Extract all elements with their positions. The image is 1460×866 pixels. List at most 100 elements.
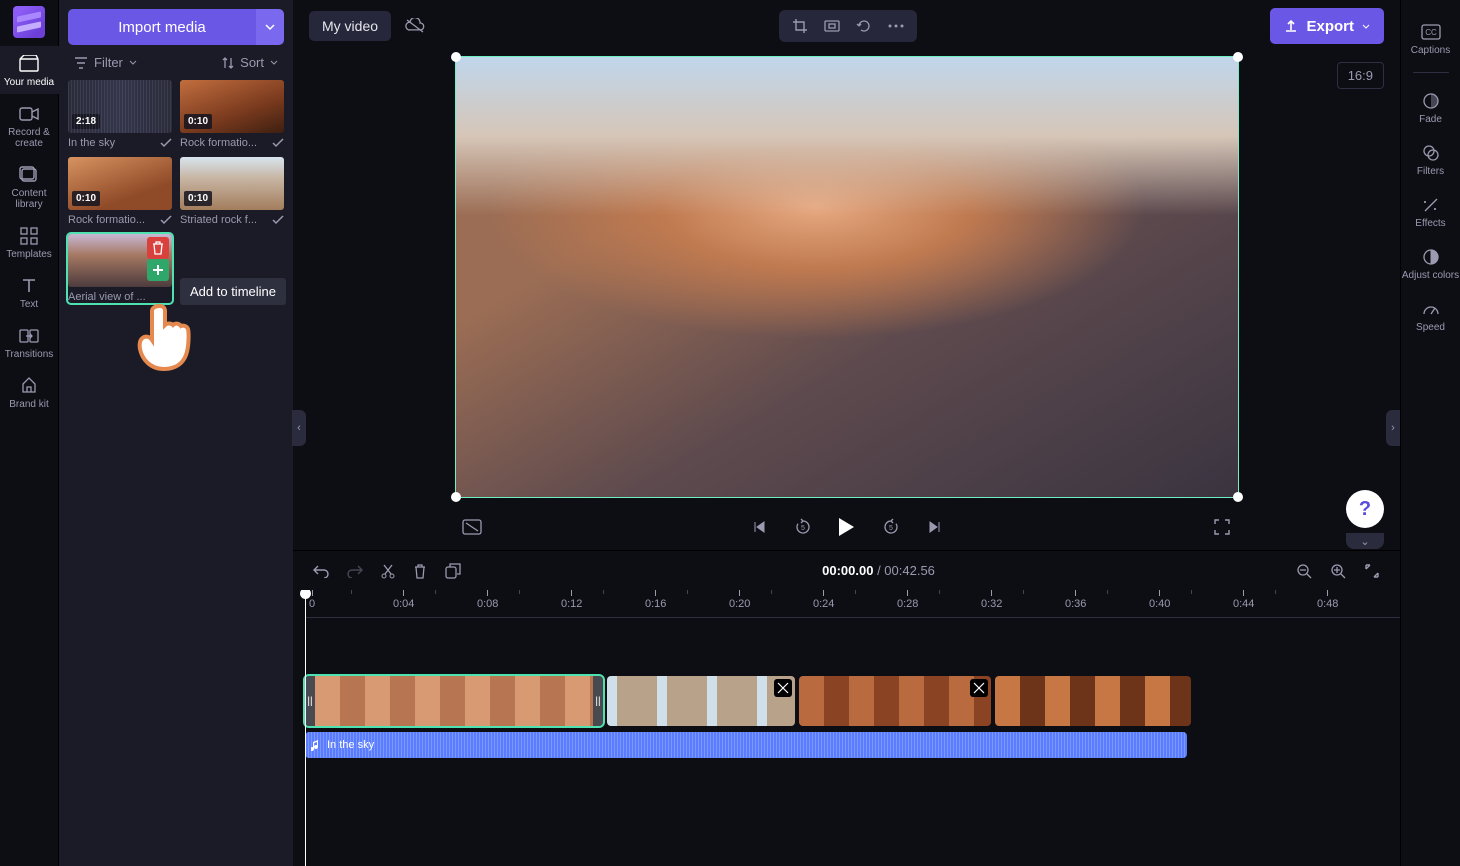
- nav-content-library[interactable]: Content library: [0, 157, 59, 216]
- ruler-tick[interactable]: 0:12: [561, 590, 582, 618]
- nav-templates[interactable]: Templates: [0, 218, 59, 266]
- audio-clip[interactable]: In the sky: [305, 732, 1187, 758]
- transition-icon[interactable]: [970, 679, 988, 697]
- rewind-5-icon[interactable]: 5: [792, 516, 814, 538]
- ruler-tick[interactable]: 0:28: [897, 590, 918, 618]
- ruler-tick-minor[interactable]: [1107, 590, 1108, 618]
- ruler-tick-minor[interactable]: [1191, 590, 1192, 618]
- project-title[interactable]: My video: [309, 11, 391, 41]
- media-tile[interactable]: Aerial view of ...: [68, 234, 172, 303]
- delete-media-button[interactable]: [147, 237, 169, 259]
- cloud-off-icon[interactable]: [405, 18, 425, 34]
- aspect-ratio-button[interactable]: 16:9: [1337, 62, 1384, 89]
- video-preview[interactable]: [455, 56, 1239, 498]
- nav-brand-kit[interactable]: Brand kit: [0, 368, 59, 416]
- right-adjust-colors[interactable]: Adjust colors: [1401, 239, 1460, 287]
- resize-handle[interactable]: [1233, 52, 1243, 62]
- clip-handle-right[interactable]: ||: [593, 676, 603, 726]
- nav-your-media[interactable]: Your media: [0, 46, 59, 94]
- timeline-ruler[interactable]: 00:040:080:120:160:200:240:280:320:360:4…: [305, 590, 1400, 618]
- nav-record-create[interactable]: Record & create: [0, 96, 59, 155]
- filter-button[interactable]: Filter: [74, 55, 137, 70]
- media-thumbnail[interactable]: 0:10: [68, 157, 172, 210]
- sort-button[interactable]: Sort: [222, 55, 278, 70]
- transition-icon[interactable]: [774, 679, 792, 697]
- crop-icon[interactable]: [791, 17, 809, 35]
- right-fade[interactable]: Fade: [1401, 83, 1460, 131]
- ruler-tick[interactable]: 0:40: [1149, 590, 1170, 618]
- zoom-out-button[interactable]: [1296, 563, 1312, 579]
- ruler-tick-minor[interactable]: [687, 590, 688, 618]
- zoom-in-button[interactable]: [1330, 563, 1346, 579]
- right-captions[interactable]: CC Captions: [1401, 14, 1460, 62]
- ruler-tick[interactable]: 0:48: [1317, 590, 1338, 618]
- ruler-tick[interactable]: 0:36: [1065, 590, 1086, 618]
- ruler-tick[interactable]: 0:04: [393, 590, 414, 618]
- redo-button[interactable]: [347, 564, 363, 578]
- ruler-tick-minor[interactable]: [1275, 590, 1276, 618]
- undo-button[interactable]: [313, 564, 329, 578]
- audio-track[interactable]: In the sky: [305, 732, 1400, 758]
- ruler-tick-minor[interactable]: [939, 590, 940, 618]
- ruler-tick-minor[interactable]: [435, 590, 436, 618]
- timeline[interactable]: 00:040:080:120:160:200:240:280:320:360:4…: [293, 590, 1400, 866]
- media-thumbnail[interactable]: 0:10: [180, 157, 284, 210]
- forward-5-icon[interactable]: 5: [880, 516, 902, 538]
- skip-end-icon[interactable]: [924, 516, 946, 538]
- ruler-tick[interactable]: 0:24: [813, 590, 834, 618]
- media-tile[interactable]: 2:18In the sky: [68, 80, 172, 149]
- ruler-tick-minor[interactable]: [1023, 590, 1024, 618]
- hide-preview-icon[interactable]: [461, 516, 483, 538]
- fit-timeline-button[interactable]: [1364, 563, 1380, 579]
- ruler-tick-minor[interactable]: [351, 590, 352, 618]
- right-effects[interactable]: Effects: [1401, 187, 1460, 235]
- ruler-tick[interactable]: 0:32: [981, 590, 1002, 618]
- nav-text[interactable]: Text: [0, 268, 59, 316]
- split-button[interactable]: [381, 563, 395, 579]
- ruler-tick[interactable]: 0:08: [477, 590, 498, 618]
- video-clip[interactable]: [799, 676, 991, 726]
- resize-handle[interactable]: [1233, 492, 1243, 502]
- import-media-button[interactable]: Import media: [68, 9, 256, 45]
- playhead[interactable]: [305, 590, 306, 866]
- help-collapse[interactable]: ⌄: [1346, 533, 1384, 549]
- right-filters[interactable]: Filters: [1401, 135, 1460, 183]
- collapse-right-panel[interactable]: ›: [1386, 410, 1400, 446]
- duplicate-button[interactable]: [445, 563, 461, 579]
- export-button[interactable]: Export: [1270, 8, 1384, 44]
- clip-handle-left[interactable]: ||: [305, 676, 315, 726]
- video-track[interactable]: || ||: [305, 676, 1400, 726]
- fullscreen-icon[interactable]: [1211, 516, 1233, 538]
- effects-icon: [1421, 195, 1441, 215]
- media-thumbnail[interactable]: 0:10: [180, 80, 284, 133]
- ruler-tick[interactable]: 0:44: [1233, 590, 1254, 618]
- play-button[interactable]: [836, 516, 858, 538]
- ruler-tick[interactable]: 0:16: [645, 590, 666, 618]
- media-tile[interactable]: 0:10Rock formatio...: [180, 80, 284, 149]
- nav-transitions[interactable]: Transitions: [0, 318, 59, 366]
- ruler-tick[interactable]: 0:20: [729, 590, 750, 618]
- ruler-tick-minor[interactable]: [855, 590, 856, 618]
- video-clip[interactable]: || ||: [305, 676, 603, 726]
- ruler-tick-minor[interactable]: [519, 590, 520, 618]
- video-clip[interactable]: [995, 676, 1191, 726]
- ruler-tick-minor[interactable]: [603, 590, 604, 618]
- resize-handle[interactable]: [451, 52, 461, 62]
- fit-icon[interactable]: [823, 17, 841, 35]
- collapse-media-panel[interactable]: ‹: [292, 410, 306, 446]
- rotate-icon[interactable]: [855, 17, 873, 35]
- ruler-tick-minor[interactable]: [771, 590, 772, 618]
- help-button[interactable]: ?: [1346, 490, 1384, 528]
- media-tile[interactable]: 0:10Striated rock f...: [180, 157, 284, 226]
- media-thumbnail[interactable]: 2:18: [68, 80, 172, 133]
- delete-button[interactable]: [413, 563, 427, 579]
- app-logo[interactable]: [13, 6, 45, 38]
- resize-handle[interactable]: [451, 492, 461, 502]
- video-clip[interactable]: [607, 676, 795, 726]
- more-icon[interactable]: [887, 17, 905, 35]
- import-media-dropdown[interactable]: [256, 9, 284, 45]
- skip-start-icon[interactable]: [748, 516, 770, 538]
- right-speed[interactable]: Speed: [1401, 291, 1460, 339]
- media-tile[interactable]: 0:10Rock formatio...: [68, 157, 172, 226]
- add-to-timeline-button[interactable]: [147, 259, 169, 281]
